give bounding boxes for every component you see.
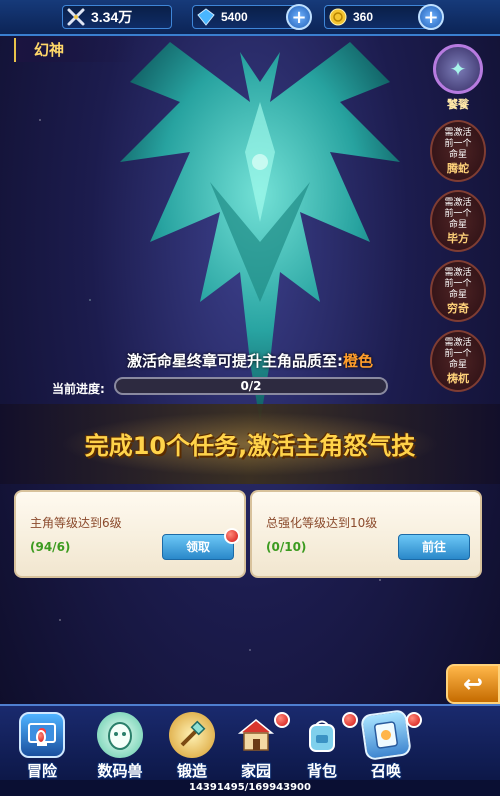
nav-label: 锻造 — [176, 762, 207, 780]
coin-icon — [327, 6, 349, 28]
zodiac-list: ✦ 饕餮 需激活 前一个 命星 腾蛇 需激活 前一个 命星 毕方 需激活 前一个… — [428, 44, 488, 392]
progress-bar: 0/2 — [114, 377, 388, 395]
quality-hint: 激活命星终章可提升主角品质至:橙色 — [0, 350, 500, 371]
banner-text: 完成10个任务,激活主角怒气技 — [84, 432, 416, 460]
forge-icon — [169, 712, 215, 758]
progress-text: 0/2 — [240, 379, 262, 393]
nav-label: 冒险 — [26, 762, 57, 780]
nav-home[interactable]: 家园 — [224, 712, 290, 782]
task-description: 主角等级达到6级 — [30, 516, 122, 530]
nav-backpack[interactable]: 背包 — [290, 712, 358, 782]
gem-value: 5400 — [221, 10, 248, 24]
coin-value: 360 — [353, 10, 374, 24]
section-title-text: 幻神 — [34, 41, 65, 59]
home-icon — [233, 712, 279, 758]
exp-text: 14391495/169943900 — [189, 782, 311, 793]
zodiac-name: 腾蛇 — [447, 162, 469, 175]
zodiac-item[interactable]: 需激活 前一个 命星 腾蛇 — [430, 120, 486, 182]
add-coins-button[interactable]: + — [418, 4, 444, 30]
task-count: (94/6) — [30, 540, 71, 554]
nav-summon[interactable]: 召唤 — [354, 709, 422, 782]
zodiac-name: 毕方 — [447, 232, 469, 245]
notification-dot — [274, 712, 290, 728]
nav-adventure[interactable]: 冒险 — [10, 712, 74, 782]
nav-forge[interactable]: 锻造 — [160, 712, 224, 782]
claim-button[interactable]: 领取 — [162, 534, 234, 560]
digimon-egg-icon — [97, 712, 143, 758]
zodiac-name: 梼杌 — [447, 372, 469, 385]
zodiac-item[interactable]: 需激活 前一个 命星 毕方 — [430, 190, 486, 252]
notification-dot — [406, 712, 422, 728]
goto-button[interactable]: 前往 — [398, 534, 470, 560]
task-count: (0/10) — [266, 540, 307, 554]
zodiac-current-icon[interactable]: ✦ — [433, 44, 483, 94]
task-description: 总强化等级达到10级 — [266, 516, 378, 530]
task-banner: 完成10个任务,激活主角怒气技 — [0, 404, 500, 484]
zodiac-name: 穷奇 — [447, 302, 469, 315]
nav-label: 召唤 — [370, 762, 401, 780]
task-card: 总强化等级达到10级 (0/10) 前往 — [250, 490, 482, 578]
zodiac-current-name: 饕餮 — [447, 98, 469, 111]
crossed-swords-icon — [65, 6, 87, 28]
return-arrow-button[interactable]: ↩ — [446, 664, 500, 704]
quality-color-word: 橙色 — [343, 352, 374, 370]
location-pin-icon — [36, 730, 46, 744]
notification-dot — [224, 528, 240, 544]
zodiac-requirement: 需激活 前一个 命星 — [444, 198, 472, 230]
quality-hint-text: 激活命星终章可提升主角品质至: — [126, 352, 343, 370]
summon-icon — [360, 709, 412, 761]
power-display: 3.34万 — [62, 5, 172, 29]
nav-digimon[interactable]: 数码兽 — [88, 712, 152, 782]
power-value: 3.34万 — [91, 9, 133, 25]
nav-label: 背包 — [306, 762, 337, 780]
progress-label: 当前进度: — [52, 382, 105, 396]
task-card: 主角等级达到6级 (94/6) 领取 — [14, 490, 246, 578]
zodiac-requirement: 需激活 前一个 命星 — [444, 128, 472, 160]
add-gems-button[interactable]: + — [286, 4, 312, 30]
nav-label: 数码兽 — [97, 762, 143, 780]
gem-icon — [195, 6, 217, 28]
resource-bar: 3.34万 5400 + 360 + — [0, 0, 500, 36]
backpack-icon — [299, 712, 345, 758]
zodiac-requirement: 需激活 前一个 命星 — [444, 268, 472, 300]
zodiac-item[interactable]: 需激活 前一个 命星 穷奇 — [430, 260, 486, 322]
nav-label: 家园 — [240, 762, 271, 780]
